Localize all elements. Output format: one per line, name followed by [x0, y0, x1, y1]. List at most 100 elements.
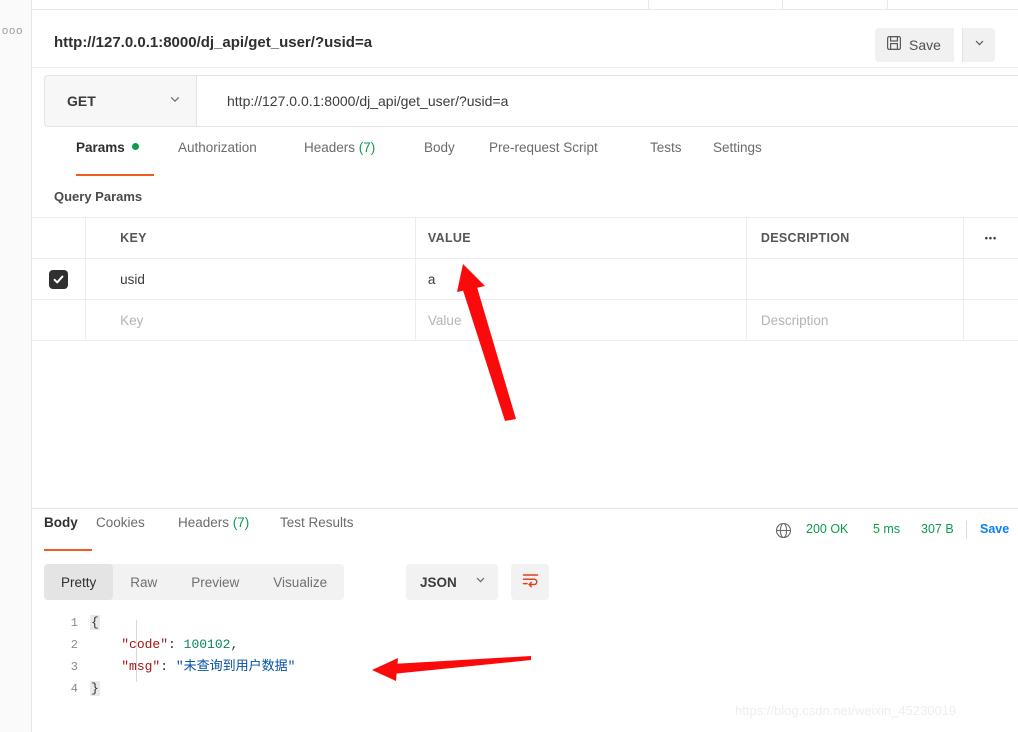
tab-authorization-label: Authorization	[178, 140, 257, 155]
header-description: DESCRIPTION	[747, 218, 964, 258]
response-format-label: JSON	[420, 574, 457, 590]
method-label: GET	[67, 93, 96, 109]
code-token: 100102	[183, 637, 231, 652]
response-tab-body-label: Body	[44, 515, 78, 530]
active-tab-underline	[76, 173, 154, 176]
code-token: ,	[230, 637, 239, 652]
response-tab-test-results[interactable]: Test Results	[280, 515, 354, 551]
response-tab-headers[interactable]: Headers (7)	[178, 515, 249, 551]
response-time: 5 ms	[873, 522, 901, 536]
code-line: 3 "msg": "未查询到用户数据"	[32, 656, 1018, 678]
line-number: 4	[70, 682, 78, 696]
param-enabled-checkbox[interactable]	[49, 269, 69, 289]
response-tab-test-results-label: Test Results	[280, 515, 354, 530]
url-input[interactable]: http://127.0.0.1:8000/dj_api/get_user/?u…	[196, 75, 1018, 127]
tab-body[interactable]: Body	[424, 140, 455, 176]
line-number: 1	[70, 616, 78, 630]
tab-settings-label: Settings	[713, 140, 762, 155]
table-row[interactable]: usid a	[32, 258, 1018, 299]
response-tab-cookies[interactable]: Cookies	[96, 515, 145, 551]
status-divider	[966, 521, 967, 539]
view-tab-raw-label: Raw	[130, 574, 158, 590]
view-tab-preview-label: Preview	[191, 574, 240, 590]
tab-divider	[887, 0, 888, 10]
code-token: "msg"	[121, 659, 161, 674]
url-bar: GET http://127.0.0.1:8000/dj_api/get_use…	[32, 75, 1018, 127]
view-tab-preview[interactable]: Preview	[174, 564, 256, 600]
placeholder-description[interactable]: Description	[747, 300, 964, 340]
row-actions[interactable]	[964, 259, 1018, 299]
request-tab-strip[interactable]	[32, 0, 1018, 10]
query-params-label: Query Params	[54, 189, 143, 204]
code-text: }	[90, 678, 100, 700]
wrap-lines-button[interactable]	[511, 564, 549, 600]
code-line: 4}	[32, 678, 1018, 700]
save-options-button[interactable]	[962, 28, 995, 62]
response-format-selector[interactable]: JSON	[406, 564, 498, 600]
tab-headers[interactable]: Headers (7)	[304, 140, 375, 176]
param-value[interactable]: a	[416, 259, 747, 299]
placeholder-key[interactable]: Key	[86, 300, 416, 340]
status-badge: 200 OK	[806, 522, 849, 536]
table-bottom-border	[32, 340, 1018, 341]
response-tabs: Body Cookies Headers (7) Test Results	[32, 515, 1018, 551]
tab-divider	[782, 0, 783, 10]
header-key: KEY	[86, 218, 416, 258]
page-title: http://127.0.0.1:8000/dj_api/get_user/?u…	[54, 34, 373, 51]
response-tab-body[interactable]: Body	[44, 515, 92, 551]
tab-pre-request-script[interactable]: Pre-request Script	[489, 140, 598, 176]
save-response-button[interactable]: Save	[980, 522, 1009, 536]
query-params-table: KEY VALUE DESCRIPTION ••• usid a Key Val…	[32, 217, 1018, 340]
tab-settings[interactable]: Settings	[713, 140, 762, 176]
row-checkbox-cell	[32, 259, 87, 299]
tab-authorization[interactable]: Authorization	[178, 140, 257, 176]
view-tab-visualize-label: Visualize	[273, 574, 328, 590]
param-description[interactable]	[747, 259, 964, 299]
tab-params[interactable]: Params	[76, 140, 154, 176]
response-tab-headers-count: (7)	[232, 515, 250, 530]
param-key[interactable]: usid	[86, 259, 416, 299]
response-size: 307 B	[921, 522, 954, 536]
url-input-value: http://127.0.0.1:8000/dj_api/get_user/?u…	[227, 93, 509, 109]
left-sidebar-rail: ooo	[0, 0, 32, 732]
request-title-bar: http://127.0.0.1:8000/dj_api/get_user/?u…	[32, 10, 1018, 68]
save-button-label: Save	[909, 37, 941, 53]
sidebar-overflow-icon[interactable]: ooo	[2, 25, 23, 37]
bulk-edit-icon[interactable]: •••	[964, 218, 1018, 258]
response-section-divider	[32, 508, 1018, 509]
header-value: VALUE	[416, 218, 747, 258]
tab-tests[interactable]: Tests	[650, 140, 682, 176]
code-token: :	[160, 659, 176, 674]
response-view-tabs: Pretty Raw Preview Visualize	[44, 564, 345, 600]
save-button[interactable]: Save	[875, 28, 954, 62]
watermark: https://blog.csdn.net/weixin_45230019	[735, 703, 957, 718]
tab-divider	[648, 0, 649, 10]
wrap-lines-icon	[521, 571, 540, 593]
code-text: {	[90, 612, 100, 634]
chevron-down-icon	[474, 573, 487, 591]
table-header-row: KEY VALUE DESCRIPTION •••	[32, 217, 1018, 258]
globe-icon[interactable]	[775, 522, 792, 544]
line-number: 2	[70, 638, 78, 652]
method-selector[interactable]: GET	[44, 75, 196, 127]
floppy-disk-icon	[886, 35, 902, 56]
chevron-down-icon	[168, 92, 182, 111]
placeholder-value[interactable]: Value	[416, 300, 747, 340]
code-token: "code"	[121, 637, 169, 652]
view-tab-pretty[interactable]: Pretty	[44, 564, 114, 600]
tab-pre-request-script-label: Pre-request Script	[489, 140, 598, 155]
line-number: 3	[70, 660, 78, 674]
code-line: 1{	[32, 612, 1018, 634]
code-text: "code": 100102,	[90, 634, 238, 656]
chevron-down-icon	[973, 36, 986, 54]
view-tab-visualize[interactable]: Visualize	[256, 564, 344, 600]
view-tab-raw[interactable]: Raw	[113, 564, 174, 600]
code-line: 2 "code": 100102,	[32, 634, 1018, 656]
tab-headers-label: Headers	[304, 140, 356, 155]
table-row-placeholder[interactable]: Key Value Description	[32, 299, 1018, 340]
request-tabs: Params Authorization Headers (7) Body Pr…	[32, 140, 1018, 176]
postman-window: ooo http://127.0.0.1:8000/dj_api/get_use…	[0, 0, 1018, 732]
code-token: "未查询到用户数据"	[175, 659, 296, 674]
